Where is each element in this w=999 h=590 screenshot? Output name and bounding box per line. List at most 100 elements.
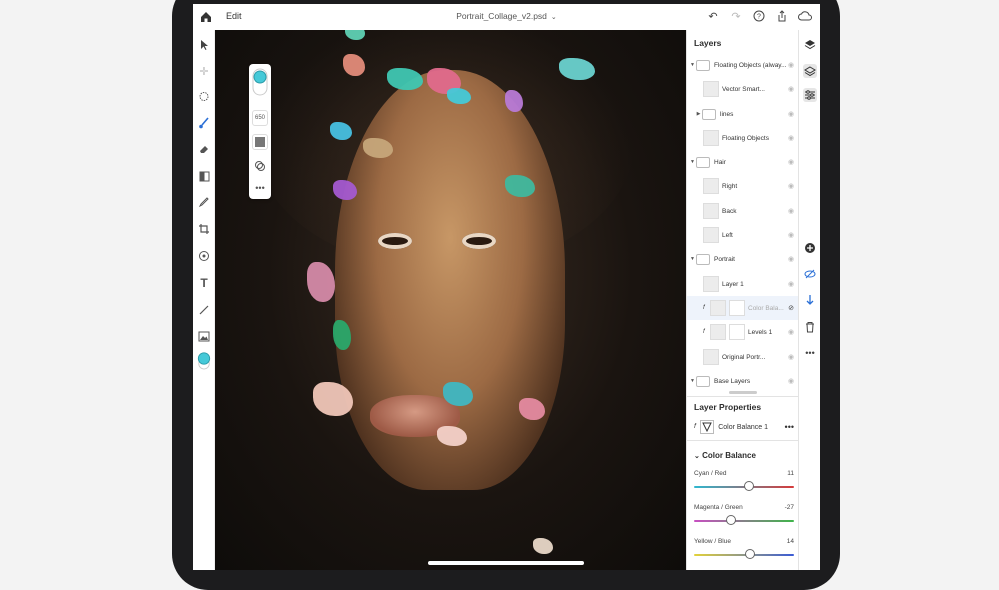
layer-row[interactable]: Left ◉ bbox=[687, 223, 799, 247]
brush-size-button[interactable]: 650 bbox=[252, 110, 268, 126]
layer-row[interactable]: 𝑓 Levels 1 ◉ bbox=[687, 320, 799, 344]
right-rail: ••• bbox=[798, 30, 820, 570]
color-balance-slider[interactable]: Yellow / Blue 14 bbox=[694, 538, 794, 568]
left-eye bbox=[378, 233, 412, 249]
share-icon[interactable] bbox=[775, 9, 789, 23]
slider-track[interactable] bbox=[694, 520, 794, 522]
undo-icon[interactable]: ↶ bbox=[706, 9, 720, 23]
layer-thumbnail bbox=[703, 276, 719, 292]
layer-name: Left bbox=[722, 231, 733, 239]
eye-icon[interactable]: ◉ bbox=[786, 207, 796, 215]
chevron-down-icon[interactable]: ▼ bbox=[689, 62, 696, 68]
adjustments-icon[interactable] bbox=[803, 88, 817, 102]
crop-icon[interactable] bbox=[197, 222, 211, 236]
image-icon[interactable] bbox=[197, 329, 211, 343]
eyedropper-icon[interactable] bbox=[197, 195, 211, 209]
slider-knob[interactable] bbox=[744, 481, 754, 491]
chevron-down-icon: ⌄ bbox=[550, 14, 557, 21]
cloud-icon[interactable] bbox=[798, 9, 812, 23]
more-icon[interactable]: ••• bbox=[803, 346, 817, 360]
eye-icon[interactable]: ◉ bbox=[786, 353, 796, 361]
eye-icon[interactable]: ◉ bbox=[786, 255, 796, 263]
layer-row[interactable]: Back ◉ bbox=[687, 199, 799, 223]
brush-settings-icon[interactable] bbox=[252, 158, 268, 174]
layer-mask-thumbnail bbox=[729, 324, 745, 340]
panel-divider bbox=[687, 440, 799, 441]
color-balance-title: Color Balance bbox=[702, 451, 756, 460]
add-icon[interactable] bbox=[803, 241, 817, 255]
layer-row[interactable]: Right ◉ bbox=[687, 174, 799, 198]
layer-row[interactable]: ▼ Base Layers ◉ bbox=[687, 369, 799, 393]
eye-icon[interactable]: ◉ bbox=[786, 231, 796, 239]
layer-properties-name: Color Balance 1 bbox=[718, 423, 768, 431]
slider-label: Yellow / Blue bbox=[694, 538, 731, 545]
color-icon[interactable] bbox=[197, 352, 211, 370]
layer-row[interactable]: ▼ Portrait ◉ bbox=[687, 247, 799, 271]
eye-hidden-icon[interactable]: ⊘ bbox=[786, 304, 796, 312]
right-eye bbox=[462, 233, 496, 249]
chevron-down-icon[interactable]: ▼ bbox=[689, 256, 696, 262]
eye-icon[interactable]: ◉ bbox=[786, 158, 796, 166]
eye-icon[interactable]: ◉ bbox=[786, 61, 796, 69]
slider-knob[interactable] bbox=[745, 549, 755, 559]
eye-icon[interactable]: ◉ bbox=[786, 377, 796, 385]
redo-icon[interactable]: ↷ bbox=[729, 9, 743, 23]
clone-icon[interactable] bbox=[197, 249, 211, 263]
layer-row[interactable]: Vector Smart... ◉ bbox=[687, 77, 799, 101]
delete-icon[interactable] bbox=[803, 320, 817, 334]
arrange-icon[interactable] bbox=[803, 293, 817, 307]
chevron-down-icon[interactable]: ▼ bbox=[689, 159, 696, 165]
gradient-icon[interactable] bbox=[197, 169, 211, 183]
layers-icon[interactable] bbox=[803, 38, 817, 52]
move-icon[interactable]: ✛ bbox=[197, 64, 211, 78]
layer-name: Portrait bbox=[714, 255, 735, 263]
slider-knob[interactable] bbox=[726, 515, 736, 525]
brush-color-swatch[interactable] bbox=[252, 68, 268, 96]
layer-properties-icon[interactable] bbox=[803, 64, 817, 78]
canvas[interactable]: 650 ••• bbox=[215, 30, 686, 570]
layer-row[interactable]: ▼ Hair ◉ bbox=[687, 150, 799, 174]
eye-icon[interactable]: ◉ bbox=[786, 134, 796, 142]
layers-panel-title: Layers bbox=[694, 38, 722, 48]
select-icon[interactable] bbox=[197, 38, 211, 52]
eye-icon[interactable]: ◉ bbox=[786, 280, 796, 288]
eye-icon[interactable]: ◉ bbox=[786, 85, 796, 93]
eye-icon[interactable]: ◉ bbox=[786, 182, 796, 190]
type-icon[interactable]: T bbox=[197, 276, 211, 290]
slider-label: Cyan / Red bbox=[694, 470, 727, 477]
brush-opacity-button[interactable] bbox=[252, 134, 268, 150]
eraser-icon[interactable] bbox=[197, 142, 211, 156]
visibility-icon[interactable] bbox=[803, 267, 817, 281]
more-icon[interactable]: ••• bbox=[785, 422, 794, 432]
lasso-icon[interactable] bbox=[197, 90, 211, 104]
layer-name: Floating Objects (alway... bbox=[714, 61, 786, 69]
eye-icon[interactable]: ◉ bbox=[786, 328, 796, 336]
color-balance-section[interactable]: ⌄ Color Balance bbox=[694, 451, 756, 460]
layer-row[interactable]: Layer 1 ◉ bbox=[687, 272, 799, 296]
help-icon[interactable]: ? bbox=[752, 9, 766, 23]
layer-row[interactable]: Original Portr... ◉ bbox=[687, 345, 799, 369]
line-icon[interactable] bbox=[197, 303, 211, 317]
layer-name: Layer 1 bbox=[722, 280, 744, 288]
layer-properties-row[interactable]: 𝑓 Color Balance 1 ••• bbox=[694, 419, 794, 435]
color-balance-thumb-icon bbox=[700, 420, 715, 434]
chevron-down-icon[interactable]: ▼ bbox=[689, 378, 696, 384]
more-icon[interactable]: ••• bbox=[252, 180, 268, 196]
color-balance-slider[interactable]: Magenta / Green -27 bbox=[694, 504, 794, 534]
color-balance-slider[interactable]: Cyan / Red 11 bbox=[694, 470, 794, 500]
slider-track[interactable] bbox=[694, 554, 794, 556]
folder-icon bbox=[696, 375, 710, 387]
shard bbox=[533, 538, 553, 554]
layer-name: Hair bbox=[714, 158, 726, 166]
layer-row[interactable]: ▼ Floating Objects (alway... ◉ bbox=[687, 53, 799, 77]
chevron-right-icon[interactable]: ▶ bbox=[695, 111, 702, 117]
layer-row[interactable]: ▶ lines ◉ bbox=[687, 102, 799, 126]
shard bbox=[330, 122, 352, 140]
eye-icon[interactable]: ◉ bbox=[786, 110, 796, 118]
layer-name: Color Bala... bbox=[748, 304, 784, 312]
brush-icon[interactable] bbox=[197, 116, 211, 130]
panel-resize-handle[interactable] bbox=[729, 391, 757, 394]
layer-thumbnail bbox=[710, 324, 726, 340]
layer-row[interactable]: 𝑓 Color Bala... ⊘ bbox=[687, 296, 799, 320]
layer-row[interactable]: Floating Objects ◉ bbox=[687, 126, 799, 150]
